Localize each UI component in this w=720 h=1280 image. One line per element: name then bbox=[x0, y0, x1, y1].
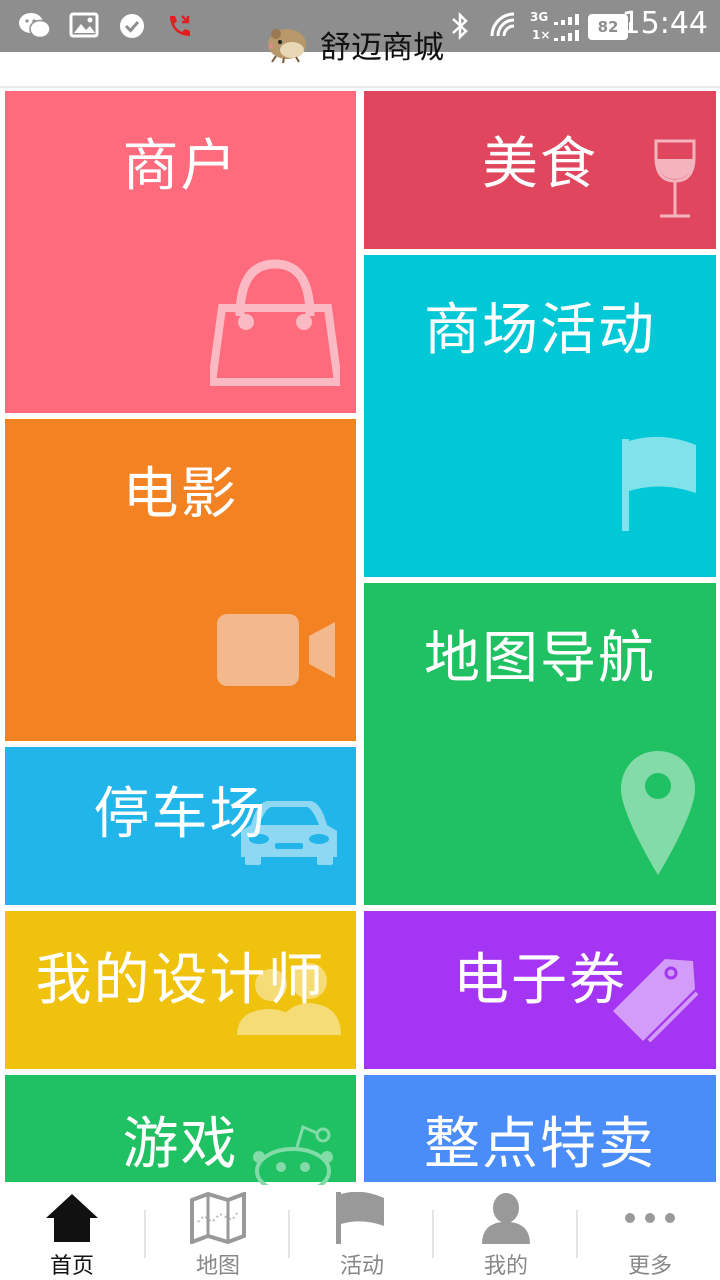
home-icon bbox=[46, 1194, 98, 1242]
tile-label: 商户 bbox=[122, 134, 239, 199]
tile-games[interactable]: 游戏 bbox=[5, 1075, 356, 1185]
page-title: 舒迈商城 bbox=[320, 30, 444, 66]
tile-label: 整点特卖 bbox=[424, 1112, 656, 1177]
tile-shops[interactable]: 商户 bbox=[5, 91, 356, 413]
tile-flash-sale[interactable]: 整点特卖 bbox=[364, 1075, 716, 1185]
nav-label: 首页 bbox=[49, 1254, 94, 1279]
tile-label: 游戏 bbox=[122, 1112, 239, 1177]
tile-label: 美食 bbox=[482, 132, 598, 197]
nav-item-activities[interactable]: 活动 bbox=[290, 1182, 434, 1280]
tile-label: 地图导航 bbox=[424, 626, 656, 691]
nav-label: 更多 bbox=[627, 1254, 672, 1279]
flag-icon bbox=[336, 1192, 384, 1244]
tile-map-navigation[interactable]: 地图导航 bbox=[364, 583, 716, 905]
tile-label: 电子券 bbox=[453, 948, 627, 1013]
tile-movies[interactable]: 电影 bbox=[5, 419, 356, 741]
nav-item-home[interactable]: 首页 bbox=[0, 1182, 144, 1280]
tile-label: 我的设计师 bbox=[35, 948, 326, 1013]
more-dots-icon bbox=[625, 1213, 675, 1223]
map-icon bbox=[190, 1192, 246, 1244]
nav-label: 地图 bbox=[195, 1254, 240, 1279]
nav-item-map[interactable]: 地图 bbox=[146, 1182, 290, 1280]
hamster-logo-icon bbox=[268, 29, 306, 64]
nav-item-more[interactable]: 更多 bbox=[578, 1182, 720, 1280]
user-icon bbox=[482, 1193, 530, 1244]
tile-my-designer[interactable]: 我的设计师 bbox=[5, 911, 356, 1069]
flag-icon bbox=[622, 437, 696, 531]
nav-item-mine[interactable]: 我的 bbox=[434, 1182, 578, 1280]
tile-label: 商场活动 bbox=[424, 298, 656, 363]
tile-label: 电影 bbox=[122, 462, 239, 527]
tile-mall-events[interactable]: 商场活动 bbox=[364, 255, 716, 577]
nav-label: 我的 bbox=[483, 1254, 528, 1279]
bottom-navigation: 首页 地图 活动 我的 更多 bbox=[0, 1182, 720, 1280]
tile-label: 停车场 bbox=[93, 782, 268, 847]
tile-parking[interactable]: 停车场 bbox=[5, 747, 356, 905]
shopping-bag-icon bbox=[210, 259, 340, 386]
app-header: 舒迈商城 bbox=[0, 0, 720, 88]
header-divider bbox=[0, 86, 720, 88]
nav-label: 活动 bbox=[339, 1254, 384, 1279]
tile-coupons[interactable]: 电子券 bbox=[364, 911, 716, 1069]
video-camera-icon bbox=[217, 614, 335, 686]
tile-food[interactable]: 美食 bbox=[364, 91, 716, 249]
map-pin-icon bbox=[621, 751, 695, 875]
